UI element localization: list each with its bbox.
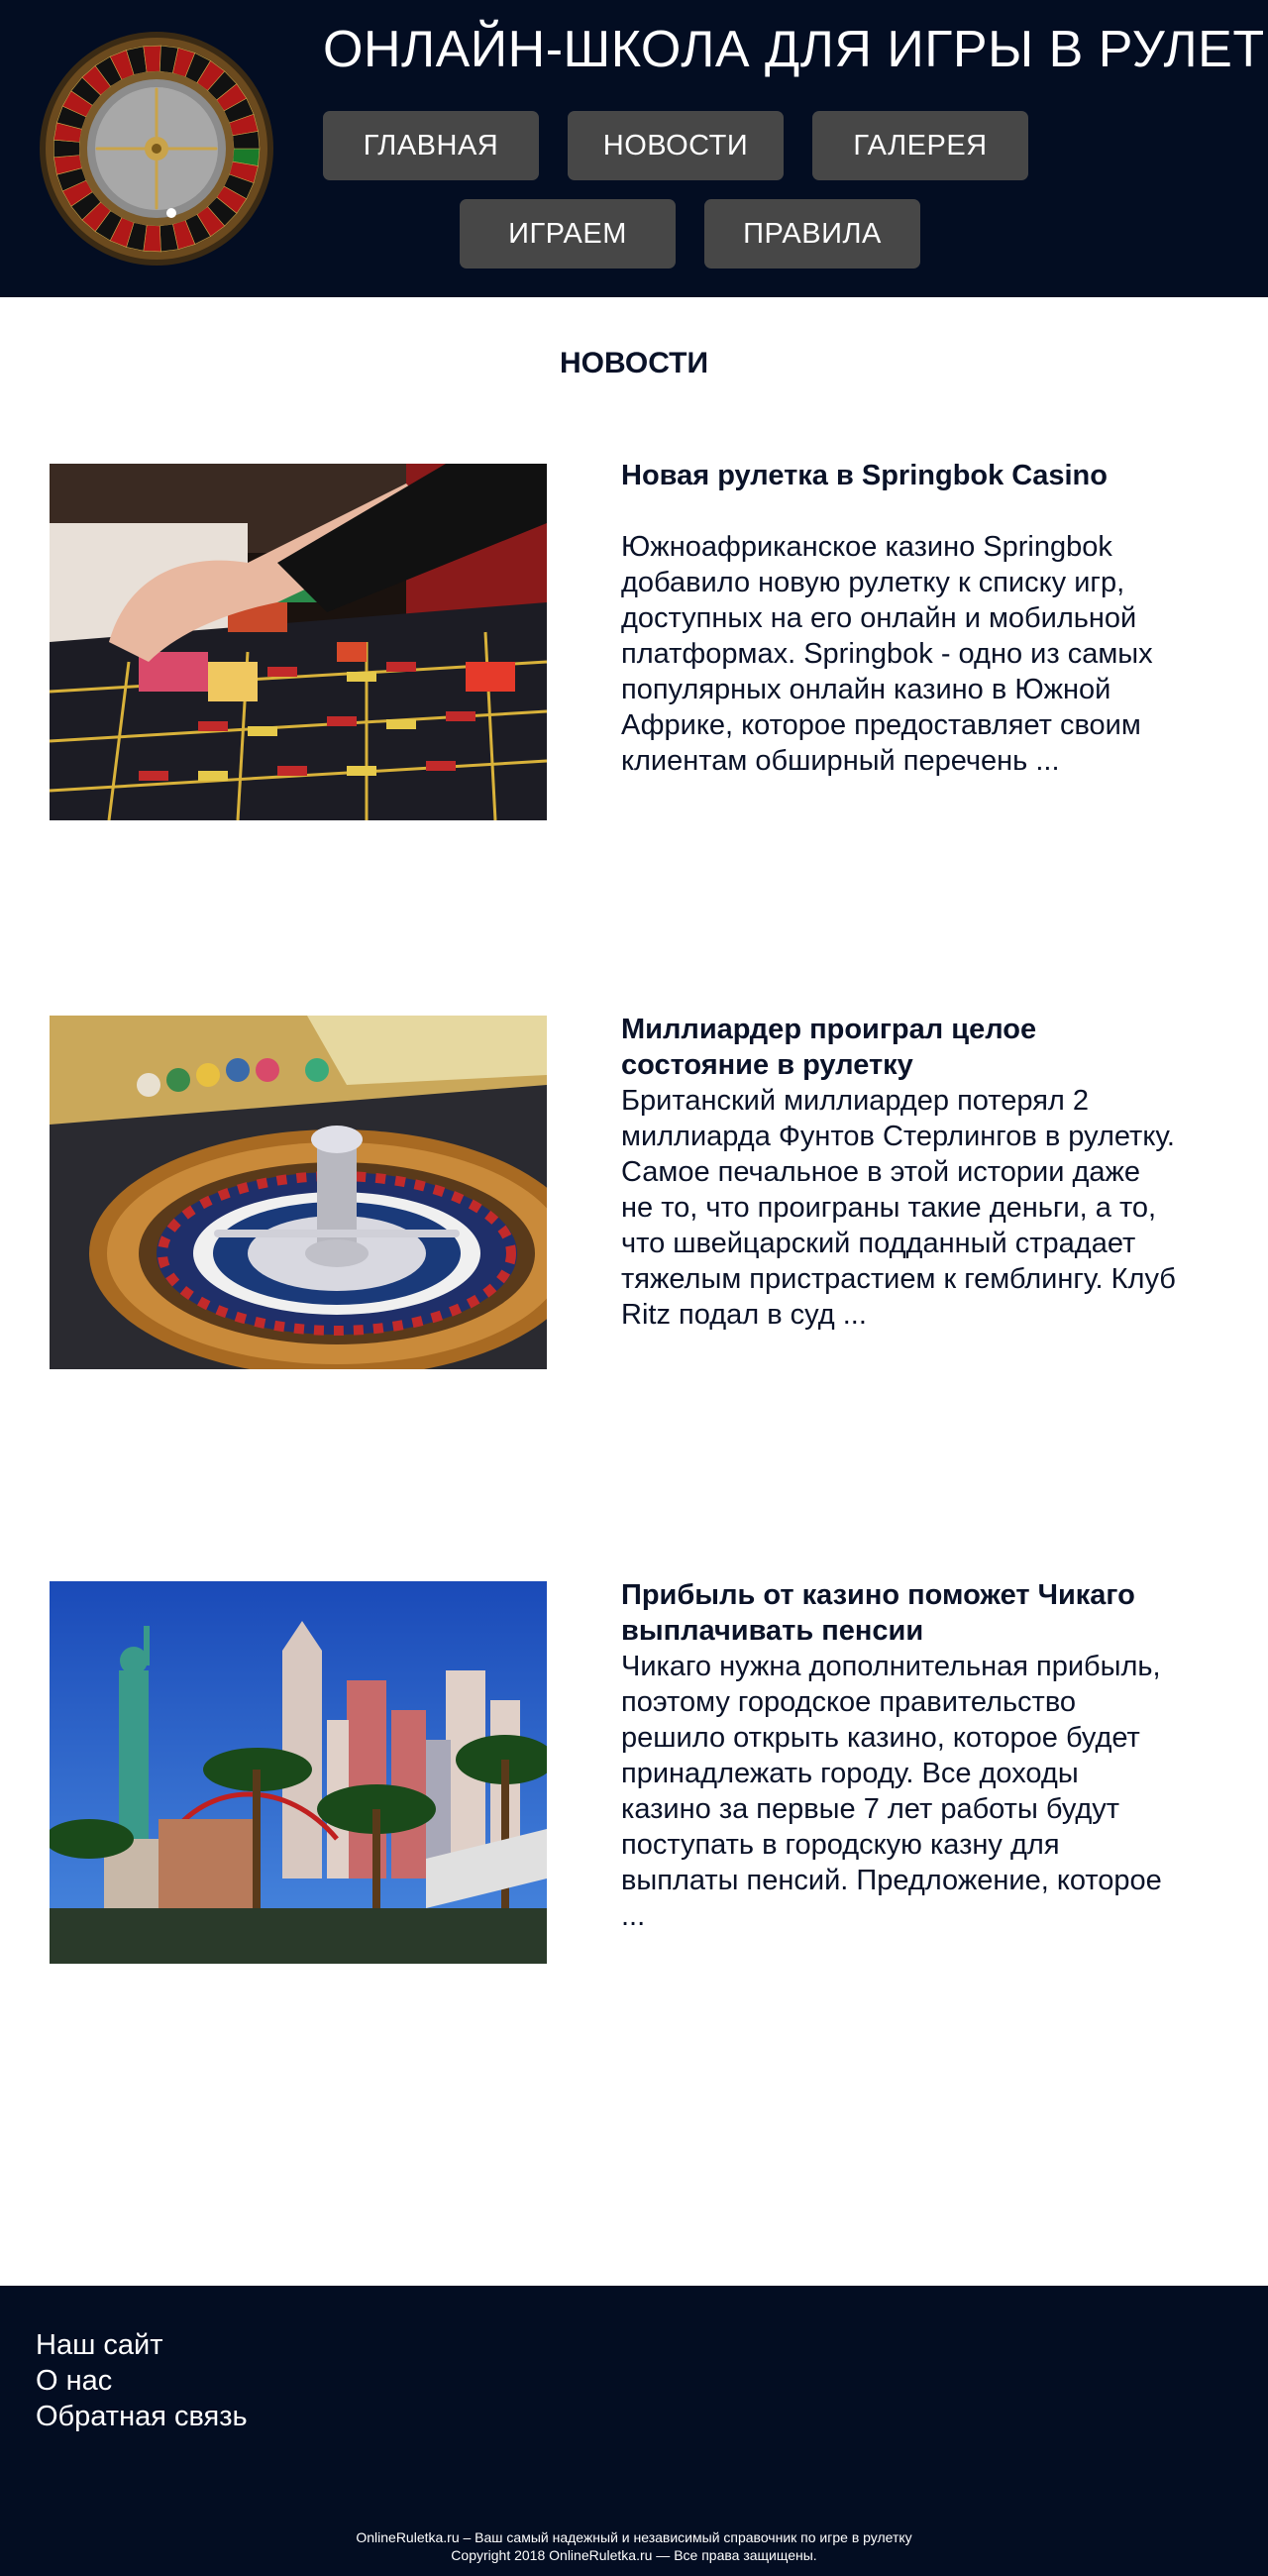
site-footer: Наш сайт О нас Обратная связь OnlineRule… [0, 2286, 1268, 2576]
site-header: ОНЛАЙН-ШКОЛА ДЛЯ ИГРЫ В РУЛЕТКУ ГЛАВНАЯ … [0, 0, 1268, 297]
article-image-casino-table[interactable] [50, 464, 547, 820]
footer-copyright-line2: Copyright 2018 OnlineRuletka.ru — Все пр… [451, 2547, 817, 2563]
footer-link-our-site[interactable]: Наш сайт [36, 2329, 163, 2362]
article-title-billionaire[interactable]: Миллиардер проиграл целое состояние в ру… [621, 1012, 1176, 1083]
footer-link-about[interactable]: О нас [36, 2365, 112, 2398]
nav-home-button[interactable]: ГЛАВНАЯ [323, 111, 539, 180]
nav-gallery-button[interactable]: ГАЛЕРЕЯ [812, 111, 1028, 180]
article-title-springbok[interactable]: Новая рулетка в Springbok Casino [621, 458, 1176, 493]
article-text-springbok: Южноафриканское казино Springbok добавил… [621, 531, 1153, 777]
nav-play-button[interactable]: ИГРАЕМ [460, 199, 676, 268]
footer-link-feedback[interactable]: Обратная связь [36, 2401, 248, 2433]
article-image-las-vegas[interactable] [50, 1581, 547, 1964]
roulette-wheel-icon[interactable] [38, 30, 275, 268]
article-title-chicago[interactable]: Прибыль от казино поможет Чикаго выплачи… [621, 1577, 1176, 1649]
nav-rules-button[interactable]: ПРАВИЛА [704, 199, 920, 268]
article-image-roulette-wheel[interactable] [50, 1016, 547, 1369]
section-title: НОВОСТИ [559, 347, 709, 379]
nav-news-button[interactable]: НОВОСТИ [568, 111, 784, 180]
site-title: ОНЛАЙН-ШКОЛА ДЛЯ ИГРЫ В РУЛЕТКУ [323, 21, 1268, 78]
footer-copyright-line1: OnlineRuletka.ru – Ваш самый надежный и … [356, 2529, 912, 2545]
article-text-chicago: Чикаго нужна дополнительная прибыль, поэ… [621, 1651, 1162, 1932]
article-text-billionaire: Британский миллиардер потерял 2 миллиард… [621, 1085, 1176, 1331]
